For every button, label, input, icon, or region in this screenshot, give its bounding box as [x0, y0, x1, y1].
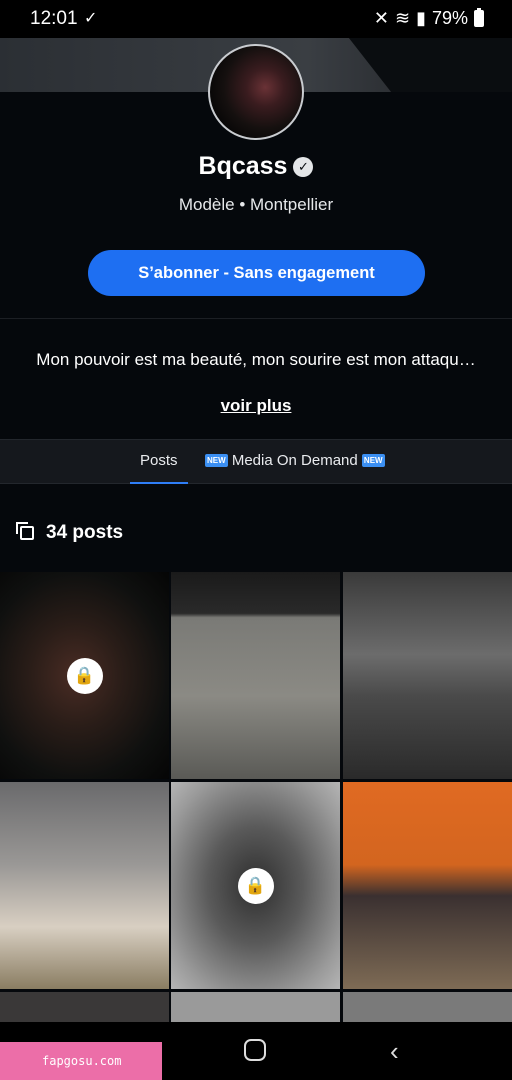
lock-icon: 🔒	[237, 867, 274, 904]
grid-post[interactable]	[343, 992, 512, 1022]
lock-icon: 🔒	[66, 657, 103, 694]
grid-post[interactable]	[343, 782, 512, 989]
check-icon: ✓	[84, 10, 98, 27]
status-time: 12:01	[30, 8, 78, 29]
tab-label: Media On Demand	[231, 452, 358, 469]
verified-icon: ✓	[293, 157, 314, 177]
battery-percent: 79%	[431, 8, 468, 28]
see-more-link[interactable]: voir plus	[0, 396, 512, 416]
back-button[interactable]: ‹	[390, 1036, 399, 1067]
grid-post[interactable]: 🔒	[0, 572, 169, 779]
profile-name: Bqcass	[198, 152, 288, 180]
posts-grid: 🔒 🔒	[0, 572, 512, 1022]
new-badge: NEW	[361, 454, 385, 467]
avatar[interactable]	[208, 44, 304, 140]
grid-post[interactable]	[171, 572, 340, 779]
signal-icon: ▮	[416, 8, 426, 28]
tab-posts[interactable]: Posts	[130, 452, 187, 484]
home-button[interactable]	[244, 1039, 266, 1061]
profile-bio: Mon pouvoir est ma beauté, mon sourire e…	[36, 350, 476, 369]
posts-count-label: 34 posts	[46, 522, 124, 543]
status-bar: 12:01 ✓ ✕ ≋ ▮ 79%	[0, 0, 512, 38]
watermark: fapgosu.com	[0, 1042, 162, 1080]
new-badge: NEW	[205, 454, 228, 467]
subscribe-button[interactable]: S’abonner - Sans engagement	[88, 250, 425, 296]
profile-name-row: Bqcass ✓	[0, 152, 512, 181]
profile-subtitle: Modèle • Montpellier	[178, 195, 334, 214]
grid-post[interactable]	[171, 992, 340, 1022]
posts-count: 34 posts	[16, 522, 124, 544]
grid-post[interactable]	[343, 572, 512, 779]
status-right: ✕ ≋ ▮ 79%	[374, 8, 484, 29]
divider	[0, 318, 512, 319]
battery-icon	[474, 8, 484, 27]
grid-post[interactable]	[0, 782, 169, 989]
grid-post[interactable]	[0, 992, 169, 1022]
profile-tabs: Posts NEW Media On Demand NEW	[0, 439, 512, 484]
wifi-icon: ≋	[394, 8, 411, 28]
tab-media-on-demand[interactable]: NEW Media On Demand NEW	[205, 452, 385, 469]
posts-icon	[16, 522, 34, 540]
grid-post[interactable]: 🔒	[171, 782, 340, 989]
mute-icon: ✕	[373, 8, 389, 28]
